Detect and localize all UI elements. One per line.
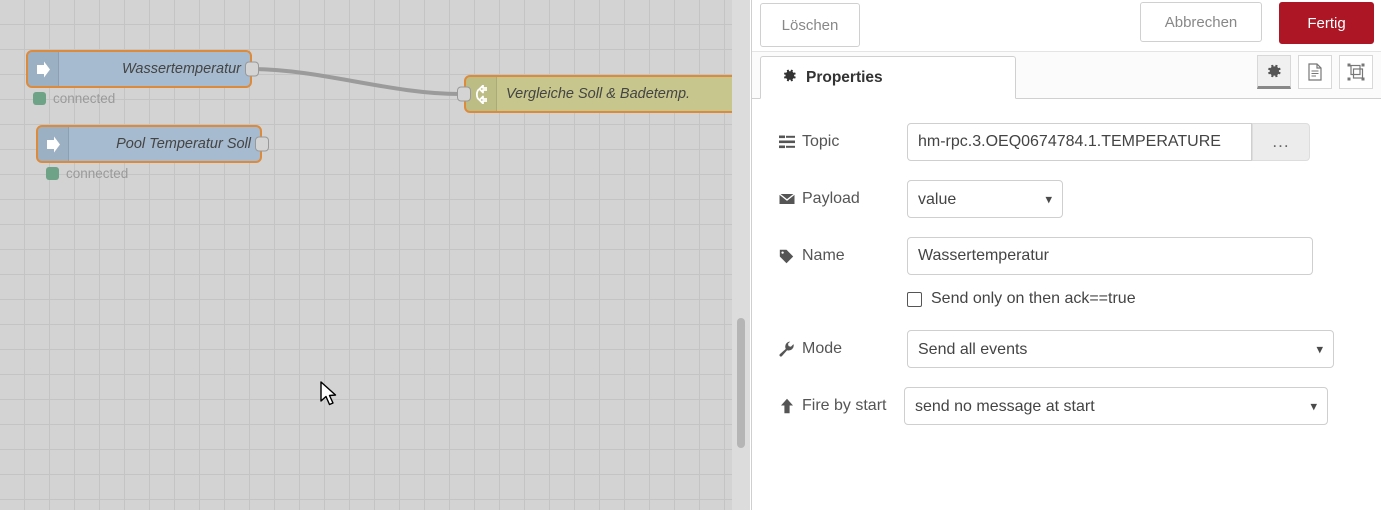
payload-label-text: Payload: [802, 190, 860, 207]
form-row-topic: Topic ...: [752, 123, 1381, 161]
payload-label: Payload: [778, 190, 907, 208]
panel-header: Löschen Abbrechen Fertig: [752, 0, 1381, 52]
status-dot: [33, 92, 46, 105]
gear-icon-button[interactable]: [1257, 55, 1291, 89]
node-edit-panel: Löschen Abbrechen Fertig Properties Topi…: [751, 0, 1381, 510]
node-input-port[interactable]: [457, 86, 471, 102]
panel-form: Topic ... Payload: [752, 99, 1381, 510]
topic-label: Topic: [778, 133, 907, 151]
tag-icon: [778, 249, 795, 264]
node-output-port[interactable]: [245, 61, 259, 77]
ack-checkbox-label: Send only on then ack==true: [931, 290, 1136, 307]
node-wassertemperatur[interactable]: Wassertemperatur: [26, 50, 259, 88]
ack-checkbox[interactable]: [907, 291, 922, 307]
topic-browse-button[interactable]: ...: [1252, 123, 1310, 161]
gear-icon: [782, 68, 797, 88]
node-status-wassertemperatur: connected: [33, 91, 115, 106]
done-button[interactable]: Fertig: [1279, 2, 1374, 44]
name-input[interactable]: [907, 237, 1313, 275]
status-text: connected: [53, 91, 116, 106]
mouse-cursor: [320, 381, 337, 406]
form-row-name: Name: [752, 237, 1381, 275]
wrench-icon: [778, 341, 795, 357]
name-label-text: Name: [802, 247, 845, 264]
arrow-right-icon: [28, 52, 59, 86]
description-icon-button[interactable]: [1298, 55, 1332, 89]
node-label: Pool Temperatur Soll: [116, 136, 251, 152]
ack-checkbox-row: Send only on then ack==true: [752, 290, 1381, 308]
tab-label: Properties: [806, 68, 883, 86]
name-label: Name: [778, 247, 907, 265]
node-red-editor: Wassertemperatur connected Pool Temperat…: [0, 0, 1381, 510]
flow-canvas[interactable]: Wassertemperatur connected Pool Temperat…: [0, 0, 750, 510]
topic-label-text: Topic: [802, 133, 840, 150]
arrow-up-icon: [778, 398, 795, 414]
node-label: Vergleiche Soll & Badetemp.: [506, 86, 691, 102]
panel-tool-buttons: [1257, 55, 1373, 89]
node-label: Wassertemperatur: [122, 61, 241, 77]
appearance-icon-button[interactable]: [1339, 55, 1373, 89]
node-pool-temperatur-soll[interactable]: Pool Temperatur Soll: [36, 125, 269, 163]
panel-tabbar: Properties: [752, 52, 1381, 99]
envelope-icon: [778, 193, 795, 205]
topic-input[interactable]: [907, 123, 1252, 161]
status-text: connected: [66, 166, 129, 181]
delete-button[interactable]: Löschen: [760, 3, 860, 47]
cancel-button[interactable]: Abbrechen: [1140, 2, 1262, 42]
fire-by-start-select[interactable]: send no message at start: [904, 387, 1328, 425]
node-output-port[interactable]: [255, 136, 269, 152]
node-status-pool-temperatur-soll: connected: [46, 166, 128, 181]
arrow-right-icon: [38, 127, 69, 161]
status-dot: [46, 167, 59, 180]
fire-by-start-label: Fire by start: [778, 397, 904, 415]
form-row-fire-by-start: Fire by start send no message at start ▾: [752, 387, 1381, 425]
payload-select[interactable]: value: [907, 180, 1063, 218]
node-vergleiche-soll-badetemp[interactable]: Vergleiche Soll & Badetemp.: [457, 75, 750, 113]
canvas-vertical-scrollbar[interactable]: [737, 318, 745, 448]
form-row-mode: Mode Send all events ▾: [752, 330, 1381, 368]
form-row-payload: Payload value ▾: [752, 180, 1381, 218]
mode-select[interactable]: Send all events: [907, 330, 1334, 368]
tab-properties[interactable]: Properties: [760, 56, 1016, 99]
mode-label: Mode: [778, 340, 907, 358]
tasks-icon: [778, 135, 795, 149]
mode-label-text: Mode: [802, 340, 843, 357]
fire-by-start-label-text: Fire by start: [802, 397, 887, 414]
